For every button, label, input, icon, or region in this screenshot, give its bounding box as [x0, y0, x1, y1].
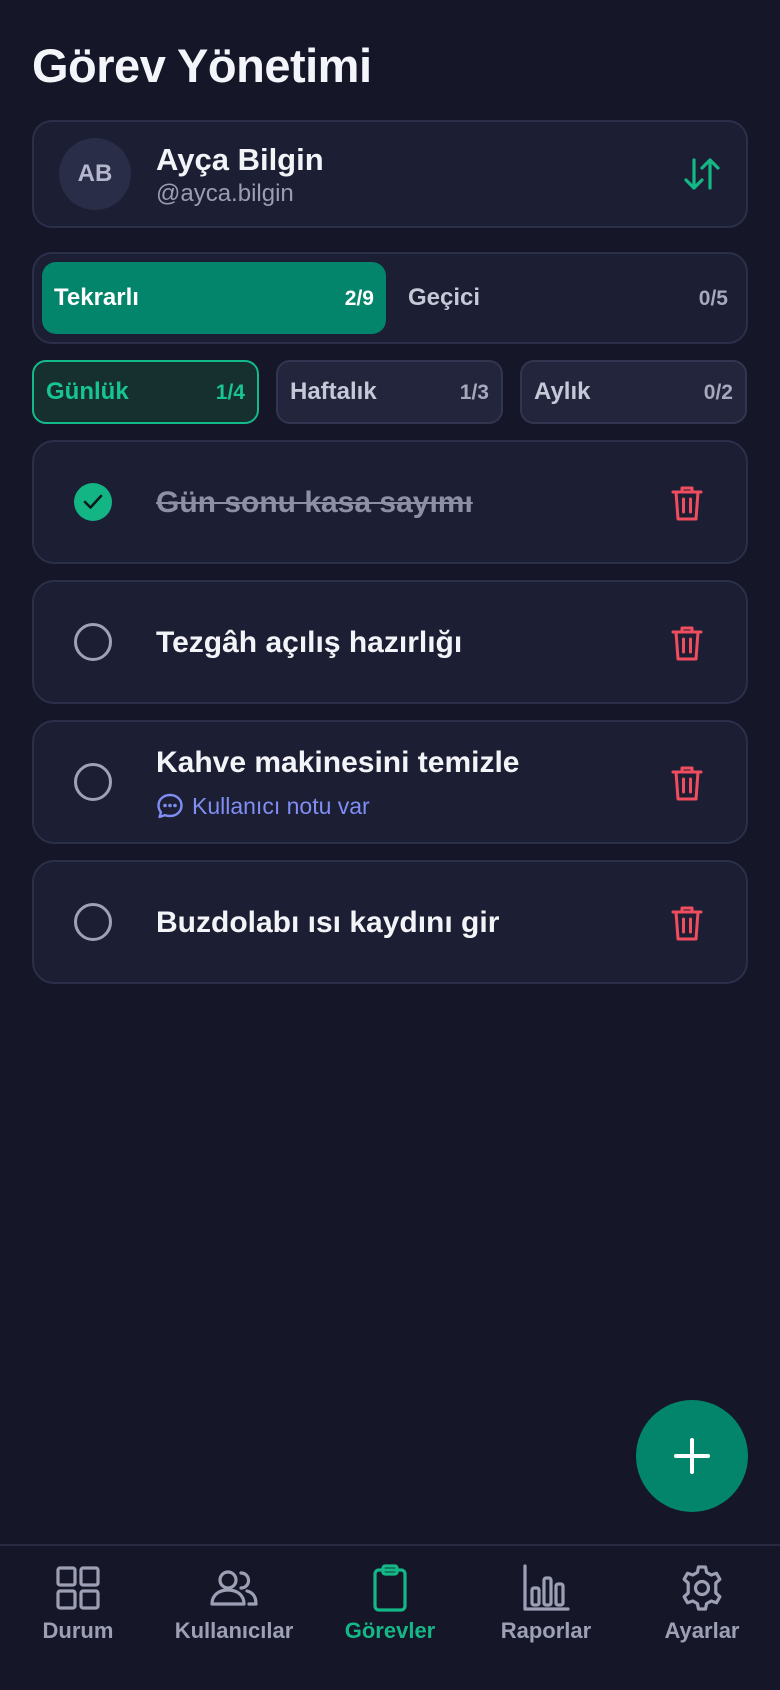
- task-title: Buzdolabı ısı kaydını gir: [156, 906, 500, 939]
- avatar: AB: [59, 138, 131, 210]
- nav-label: Ayarlar: [664, 1618, 740, 1643]
- user-card[interactable]: AB Ayça Bilgin @ayca.bilgin: [32, 120, 748, 228]
- trash-icon: [671, 766, 703, 801]
- task-checkbox[interactable]: [74, 483, 112, 521]
- nav-label: Durum: [42, 1618, 114, 1643]
- filter-weekly-label: Haftalık: [290, 378, 377, 405]
- plus-icon: [674, 1438, 710, 1474]
- filter-weekly-count: 1/3: [459, 381, 489, 404]
- users-icon: [210, 1570, 258, 1606]
- task-checkbox[interactable]: [74, 903, 112, 941]
- task-checkbox[interactable]: [74, 623, 112, 661]
- user-name: Ayça Bilgin: [156, 142, 324, 177]
- task-checkbox[interactable]: [74, 763, 112, 801]
- filter-daily-count: 1/4: [215, 381, 245, 404]
- trash-icon: [671, 906, 703, 941]
- bottom-nav: Durum Kullanıcılar Görevler Raporlar Aya…: [0, 1544, 780, 1690]
- clipboard-icon: [373, 1564, 407, 1612]
- checkmark-icon: [83, 494, 103, 509]
- filter-monthly-label: Aylık: [534, 378, 591, 405]
- filter-daily-label: Günlük: [46, 378, 129, 405]
- tab-temporary-count: 0/5: [698, 287, 728, 310]
- tab-temporary-label: Geçici: [408, 284, 481, 311]
- tab-recurring[interactable]: Tekrarlı 2/9: [42, 262, 386, 334]
- tab-temporary[interactable]: Geçici 0/5: [396, 262, 740, 334]
- task-title: Kahve makinesini temizle: [156, 746, 520, 779]
- nav-item-kullanicilar[interactable]: Kullanıcılar: [156, 1564, 312, 1644]
- page-title: Görev Yönetimi: [32, 39, 372, 92]
- nav-label: Görevler: [344, 1618, 436, 1643]
- task-type-switch: Tekrarlı 2/9 Geçici 0/5: [32, 252, 748, 344]
- delete-task-button[interactable]: [670, 484, 704, 522]
- filter-monthly-count: 0/2: [703, 381, 733, 404]
- switch-user-button[interactable]: [680, 152, 724, 196]
- swap-vertical-icon: [684, 158, 720, 190]
- task-item[interactable]: Kahve makinesini temizle Kullanıcı notu …: [32, 720, 748, 844]
- task-item[interactable]: Tezgâh açılış hazırlığı: [32, 580, 748, 704]
- filter-weekly[interactable]: Haftalık 1/3: [276, 360, 503, 424]
- delete-task-button[interactable]: [670, 904, 704, 942]
- nav-label: Kullanıcılar: [174, 1618, 294, 1643]
- gear-icon: [682, 1565, 722, 1611]
- delete-task-button[interactable]: [670, 764, 704, 802]
- chat-bubble-icon: [157, 793, 183, 819]
- trash-icon: [671, 626, 703, 661]
- filter-daily[interactable]: Günlük 1/4: [32, 360, 259, 424]
- grid-icon: [56, 1566, 100, 1610]
- nav-item-raporlar[interactable]: Raporlar: [468, 1564, 624, 1644]
- task-title: Gün sonu kasa sayımı: [156, 486, 473, 519]
- nav-label: Raporlar: [500, 1618, 592, 1643]
- task-item[interactable]: Gün sonu kasa sayımı: [32, 440, 748, 564]
- task-note[interactable]: Kullanıcı notu var: [156, 792, 370, 820]
- user-handle: @ayca.bilgin: [156, 180, 294, 207]
- nav-item-gorevler[interactable]: Görevler: [312, 1564, 468, 1644]
- task-title: Tezgâh açılış hazırlığı: [156, 626, 463, 659]
- tab-recurring-count: 2/9: [344, 287, 374, 310]
- filter-monthly[interactable]: Aylık 0/2: [520, 360, 747, 424]
- nav-item-durum[interactable]: Durum: [0, 1564, 156, 1644]
- add-task-button[interactable]: [636, 1400, 748, 1512]
- bar-chart-icon: [523, 1564, 570, 1611]
- trash-icon: [671, 486, 703, 521]
- delete-task-button[interactable]: [670, 624, 704, 662]
- task-item[interactable]: Buzdolabı ısı kaydını gir: [32, 860, 748, 984]
- nav-item-ayarlar[interactable]: Ayarlar: [624, 1564, 780, 1644]
- tab-recurring-label: Tekrarlı: [54, 284, 139, 311]
- task-note-label: Kullanıcı notu var: [192, 792, 370, 819]
